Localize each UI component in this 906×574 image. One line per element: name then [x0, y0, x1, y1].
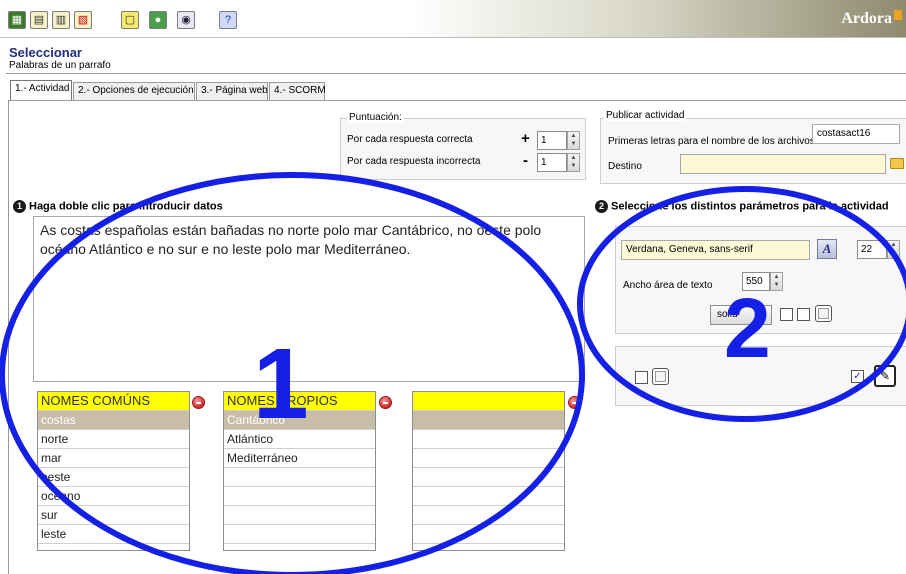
incorrect-points-stepper[interactable]: ▲ ▼	[567, 153, 580, 172]
text-width-label: Ancho área de texto	[623, 280, 713, 291]
correct-label: Por cada respuesta correcta	[347, 134, 473, 145]
list-item[interactable]: costas	[38, 410, 189, 429]
remove-list1-icon[interactable]	[192, 396, 205, 409]
list-item[interactable]: Cantábrico	[224, 410, 375, 429]
chevron-down-icon: ▼	[759, 310, 767, 319]
minus-sign: -	[523, 152, 528, 169]
list-item[interactable]	[413, 410, 564, 429]
prefix-label: Primeras letras para el nombre de los ar…	[608, 136, 815, 147]
list-proper-nouns[interactable]: NOMES PROPIOS Cantábrico Atlántico Medit…	[223, 391, 376, 551]
list-item[interactable]	[413, 429, 564, 448]
dest-input[interactable]	[680, 154, 886, 174]
list-item[interactable]: leste	[38, 524, 189, 543]
plus-sign: +	[521, 130, 530, 147]
paragraph-textarea[interactable]: As costas españolas están bañadas no nor…	[33, 216, 585, 382]
page-subtitle: Palabras de un parrafo	[9, 60, 111, 71]
list-item[interactable]: mar	[38, 448, 189, 467]
list-item[interactable]: sur	[38, 505, 189, 524]
list-item[interactable]: oeste	[38, 467, 189, 486]
section1-title-text: Haga doble clic para introducir datos	[29, 200, 223, 213]
section1-number: 1	[13, 200, 26, 213]
save-file-icon[interactable]: ▥	[52, 11, 70, 29]
new-activity-icon[interactable]: ▦	[8, 11, 26, 29]
incorrect-label: Por cada respuesta incorrecta	[347, 156, 481, 167]
section1-title: 1 Haga doble clic para introducir datos	[13, 200, 223, 213]
list-item[interactable]	[413, 505, 564, 524]
section2-title: 2 Seleccione los distintos parámetros par…	[595, 200, 889, 213]
list-item[interactable]	[413, 524, 564, 543]
list-item[interactable]	[413, 486, 564, 505]
font-size-stepper[interactable]: ▲ ▼	[887, 240, 900, 259]
checked-checkbox[interactable]: ✓	[851, 370, 864, 383]
remove-list2-icon[interactable]	[379, 396, 392, 409]
font-size-input[interactable]: 22	[857, 240, 887, 259]
list-item[interactable]	[224, 505, 375, 524]
list-third[interactable]	[412, 391, 565, 551]
text-width-stepper[interactable]: ▲ ▼	[770, 272, 783, 291]
list-border-checkbox[interactable]	[635, 371, 648, 384]
incorrect-points-input[interactable]: 1	[537, 153, 567, 172]
eye-preview-icon[interactable]: ◉	[177, 11, 195, 29]
list-item[interactable]	[413, 467, 564, 486]
list-common-nouns[interactable]: NOMES COMÚNS costas norte mar oeste océa…	[37, 391, 190, 551]
dest-label: Destino	[608, 161, 642, 172]
folder-icon[interactable]	[890, 158, 904, 169]
list-header[interactable]: NOMES COMÚNS	[38, 392, 189, 410]
list-item[interactable]	[224, 467, 375, 486]
section2-title-text: Seleccione los distintos parámetros para…	[611, 200, 889, 213]
list-item[interactable]	[413, 448, 564, 467]
correct-points-input[interactable]: 1	[537, 131, 567, 150]
publish-group-label: Publicar actividad	[604, 110, 687, 121]
font-family-input[interactable]: Verdana, Geneva, sans-serif	[621, 240, 810, 260]
font-picker-icon[interactable]: A	[817, 239, 837, 259]
help-icon[interactable]: ?	[219, 11, 237, 29]
tab-actividad[interactable]: 1.- Actividad	[10, 80, 72, 101]
list-item[interactable]: norte	[38, 429, 189, 448]
section2-number: 2	[595, 200, 608, 213]
open-file-icon[interactable]: ▤	[30, 11, 48, 29]
list-header[interactable]	[413, 392, 564, 410]
list-item[interactable]: Atlántico	[224, 429, 375, 448]
border-color-swatch[interactable]	[815, 305, 832, 322]
text-width-input[interactable]: 550	[742, 272, 770, 291]
correct-points-stepper[interactable]: ▲ ▼	[567, 131, 580, 150]
list-item[interactable]	[224, 524, 375, 543]
list-header[interactable]: NOMES PROPIOS	[224, 392, 375, 410]
list-item[interactable]: Mediterráneo	[224, 448, 375, 467]
border-style-select[interactable]: solid ▼	[710, 305, 772, 325]
tab-pagina-web[interactable]: 3.- Página web	[196, 82, 268, 100]
toolbar: ▦ ▤ ▥ ▧ ▢ ● ◉ ? Ardora	[0, 0, 906, 38]
info-icon[interactable]: ▢	[121, 11, 139, 29]
border-checkbox[interactable]	[780, 308, 793, 321]
app-brand: Ardora	[841, 10, 892, 27]
list-border-swatch[interactable]	[652, 368, 669, 385]
tab-opciones-ejecucion[interactable]: 2.- Opciones de ejecución	[73, 82, 195, 100]
list-item[interactable]	[38, 543, 189, 550]
page-title: Seleccionar	[9, 45, 82, 60]
scoring-group-label: Puntuación:	[347, 112, 404, 123]
remove-list3-icon[interactable]	[568, 396, 581, 409]
list-item[interactable]	[224, 543, 375, 550]
border-style-value: solid	[717, 309, 738, 320]
tab-scorm[interactable]: 4.- SCORM	[269, 82, 326, 100]
list-item[interactable]	[413, 543, 564, 550]
rounded-checkbox[interactable]	[797, 308, 810, 321]
prefix-input[interactable]: costasact16	[812, 124, 900, 144]
save-as-icon[interactable]: ▧	[74, 11, 92, 29]
list-item[interactable]: océano	[38, 486, 189, 505]
attachment-clip-icon[interactable]: ✎	[874, 365, 896, 387]
list-item[interactable]	[224, 486, 375, 505]
globe-icon[interactable]: ●	[149, 11, 167, 29]
header-divider	[6, 73, 906, 74]
brand-logo-icon	[894, 10, 902, 20]
